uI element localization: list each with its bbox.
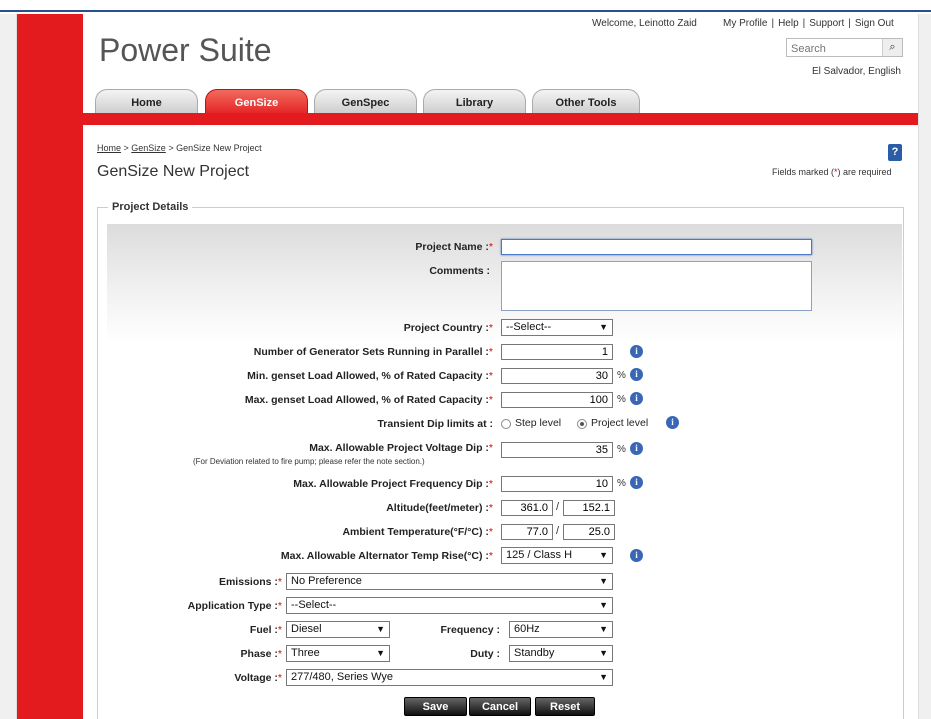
ambient-temp-c-input[interactable] — [563, 524, 615, 540]
section-title: Project Details — [108, 201, 193, 213]
info-icon[interactable]: i — [666, 416, 679, 429]
alt-temp-rise-label: Max. Allowable Alternator Temp Rise(°C) … — [280, 550, 493, 562]
altitude-feet-input[interactable] — [501, 500, 553, 516]
chevron-down-icon: ▼ — [376, 648, 385, 658]
chevron-down-icon: ▼ — [599, 576, 608, 586]
chevron-down-icon: ▼ — [599, 624, 608, 634]
header: Power Suite Welcome, Leinotto Zaid My Pr… — [83, 14, 918, 124]
duty-select[interactable]: Standby ▼ — [509, 645, 613, 662]
chevron-down-icon: ▼ — [376, 624, 385, 634]
ambient-temp-label: Ambient Temperature(°F/°C) :* — [342, 526, 493, 538]
emissions-label: Emissions :* — [218, 576, 282, 588]
voltage-select[interactable]: 277/480, Series Wye ▼ — [286, 669, 613, 686]
frequency-select[interactable]: 60Hz ▼ — [509, 621, 613, 638]
voltage-dip-label: Max. Allowable Project Voltage Dip :* — [309, 442, 493, 454]
min-load-input[interactable] — [501, 368, 613, 384]
save-button[interactable]: Save — [404, 697, 467, 716]
comments-label: Comments : — [429, 265, 490, 277]
fuel-label: Fuel :* — [249, 624, 282, 636]
ambient-temp-f-input[interactable] — [501, 524, 553, 540]
breadcrumb-current: GenSize New Project — [176, 143, 262, 153]
help-icon[interactable]: ? — [888, 144, 902, 161]
sign-out-link[interactable]: Sign Out — [855, 18, 894, 29]
my-profile-link[interactable]: My Profile — [723, 18, 767, 29]
project-country-label: Project Country :* — [403, 322, 493, 334]
support-link[interactable]: Support — [809, 18, 844, 29]
chevron-down-icon: ▼ — [599, 322, 608, 332]
chevron-down-icon: ▼ — [599, 550, 608, 560]
min-load-unit: % — [617, 370, 626, 381]
info-icon[interactable]: i — [630, 442, 643, 455]
project-level-label[interactable]: Project level — [591, 417, 648, 429]
num-gensets-input[interactable] — [501, 344, 613, 360]
comments-textarea[interactable] — [501, 261, 812, 311]
phase-select[interactable]: Three ▼ — [286, 645, 390, 662]
required-note: Fields marked (*) are required — [772, 167, 892, 177]
locale-text[interactable]: El Salvador, English — [812, 66, 901, 77]
max-load-unit: % — [617, 394, 626, 405]
page-title: GenSize New Project — [97, 163, 250, 180]
min-load-label: Min. genset Load Allowed, % of Rated Cap… — [247, 370, 493, 382]
freq-dip-input[interactable] — [501, 476, 613, 492]
project-country-select[interactable]: --Select-- ▼ — [501, 319, 613, 336]
info-icon[interactable]: i — [630, 392, 643, 405]
tab-underline — [83, 113, 918, 125]
search-input[interactable] — [787, 40, 879, 58]
breadcrumb-home[interactable]: Home — [97, 143, 121, 153]
voltage-label: Voltage :* — [234, 672, 282, 684]
chevron-down-icon: ▼ — [599, 600, 608, 610]
cancel-button[interactable]: Cancel — [469, 697, 531, 716]
frequency-label: Frequency : — [440, 624, 500, 636]
welcome-text: Welcome, Leinotto Zaid — [592, 18, 697, 29]
breadcrumb-gensize[interactable]: GenSize — [131, 143, 166, 153]
voltage-dip-unit: % — [617, 444, 626, 455]
step-level-radio[interactable] — [501, 419, 511, 429]
step-level-label[interactable]: Step level — [515, 417, 561, 429]
emissions-select[interactable]: No Preference ▼ — [286, 573, 613, 590]
application-type-label: Application Type :* — [187, 600, 282, 612]
search-box: ⌕ — [786, 38, 903, 58]
altitude-meter-input[interactable] — [563, 500, 615, 516]
alt-temp-rise-select[interactable]: 125 / Class H ▼ — [501, 547, 613, 564]
chevron-down-icon: ▼ — [599, 648, 608, 658]
search-icon[interactable]: ⌕ — [882, 39, 902, 56]
top-links: My Profile | Help | Support | Sign Out — [723, 18, 894, 29]
fuel-select[interactable]: Diesel ▼ — [286, 621, 390, 638]
app-logo[interactable]: Power Suite — [99, 32, 272, 69]
freq-dip-unit: % — [617, 478, 626, 489]
info-icon[interactable]: i — [630, 368, 643, 381]
max-load-input[interactable] — [501, 392, 613, 408]
project-level-radio[interactable] — [577, 419, 587, 429]
altitude-label: Altitude(feet/meter) :* — [386, 502, 493, 514]
right-margin — [918, 14, 931, 719]
info-icon[interactable]: i — [630, 476, 643, 489]
project-name-label: Project Name :* — [415, 241, 493, 253]
voltage-dip-input[interactable] — [501, 442, 613, 458]
brand-stripe — [17, 14, 83, 719]
help-link[interactable]: Help — [778, 18, 799, 29]
application-type-select[interactable]: --Select-- ▼ — [286, 597, 613, 614]
num-gensets-label: Number of Generator Sets Running in Para… — [253, 346, 493, 358]
transient-dip-label: Transient Dip limits at : — [377, 418, 493, 430]
info-icon[interactable]: i — [630, 345, 643, 358]
breadcrumb: Home > GenSize > GenSize New Project — [97, 143, 262, 153]
project-name-input[interactable] — [501, 239, 812, 255]
max-load-label: Max. genset Load Allowed, % of Rated Cap… — [244, 394, 493, 406]
voltage-dip-note: (For Deviation related to fire pump; ple… — [193, 457, 425, 466]
phase-label: Phase :* — [240, 648, 282, 660]
duty-label: Duty : — [470, 648, 500, 660]
info-icon[interactable]: i — [630, 549, 643, 562]
freq-dip-label: Max. Allowable Project Frequency Dip :* — [293, 478, 493, 490]
chevron-down-icon: ▼ — [599, 672, 608, 682]
reset-button[interactable]: Reset — [535, 697, 595, 716]
left-margin — [0, 14, 17, 719]
browser-top-bar — [0, 0, 931, 12]
